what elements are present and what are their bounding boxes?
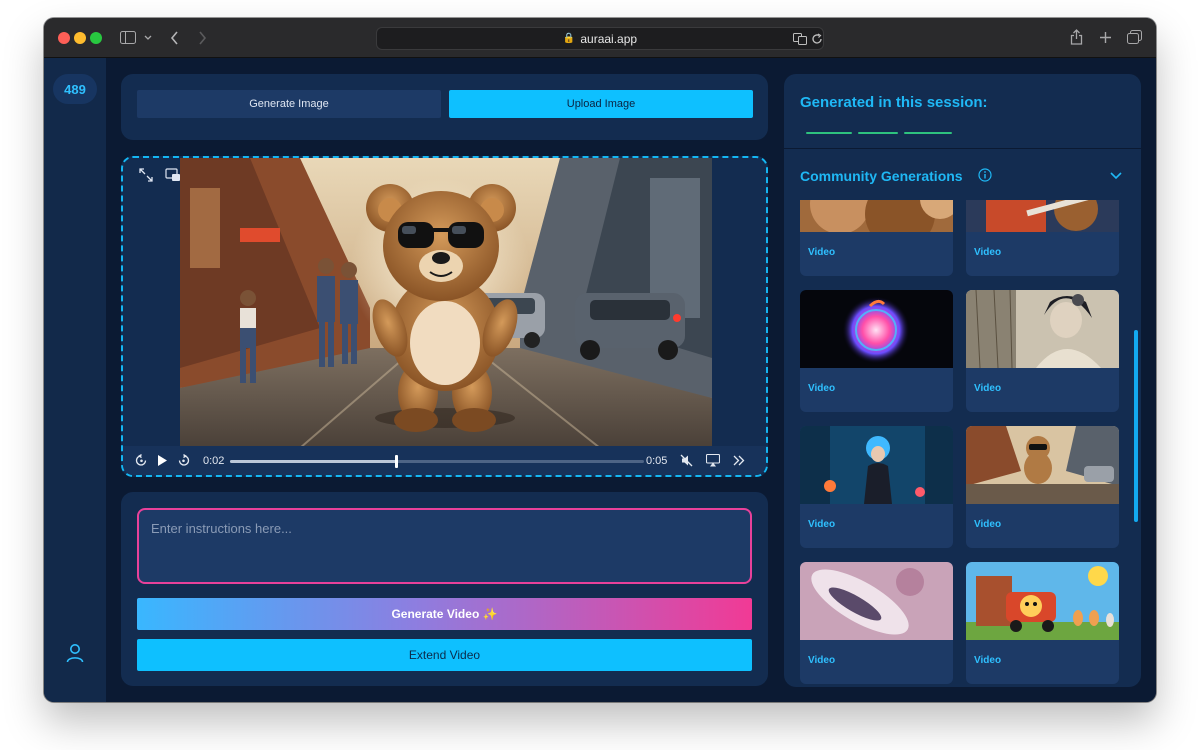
section-divider xyxy=(784,148,1141,149)
chevron-right-icon[interactable] xyxy=(198,31,207,45)
fast-forward-icon[interactable] xyxy=(177,454,190,467)
left-sidebar: 489 xyxy=(44,58,106,702)
browser-window: 🔒 auraai.app 489 Generate Image Upload I… xyxy=(44,18,1156,702)
community-card[interactable]: Video xyxy=(800,562,953,684)
card-label: Video xyxy=(808,655,836,666)
main-content: Generate Image Upload Image 0:02 0:05 En… xyxy=(106,58,1156,702)
generate-video-button[interactable]: Generate Video ✨ xyxy=(137,598,752,630)
picture-in-picture-icon[interactable] xyxy=(165,168,181,182)
thumbnail-galaxy xyxy=(800,562,953,640)
mode-tabs-panel: Generate Image Upload Image xyxy=(121,74,768,140)
thumbnail-bear-fur xyxy=(800,200,953,232)
chevron-down-icon[interactable] xyxy=(144,35,152,40)
prompt-panel: Generate Video ✨ Extend Video xyxy=(121,492,768,686)
chevron-down-icon[interactable] xyxy=(1110,171,1122,181)
community-card[interactable]: Video xyxy=(800,200,953,276)
community-card[interactable]: Video xyxy=(966,290,1119,412)
airplay-icon[interactable] xyxy=(706,454,720,467)
instructions-input[interactable] xyxy=(137,508,752,584)
video-controls: 0:02 0:05 xyxy=(123,446,766,475)
teddy-bear-video-frame xyxy=(180,158,712,448)
plus-icon[interactable] xyxy=(1099,31,1112,44)
rewind-icon[interactable] xyxy=(135,454,148,467)
tabs-icon[interactable] xyxy=(1127,30,1142,45)
video-scrubber[interactable] xyxy=(230,455,644,468)
info-icon[interactable] xyxy=(978,168,992,182)
thumbnail-fantasy-queen xyxy=(966,290,1119,368)
card-label: Video xyxy=(974,655,1002,666)
double-chevron-right-icon[interactable] xyxy=(733,455,745,466)
community-title: Community Generations xyxy=(800,168,963,184)
browser-toolbar: 🔒 auraai.app xyxy=(44,18,1156,58)
credits-badge[interactable]: 489 xyxy=(53,74,97,104)
upload-image-tab[interactable]: Upload Image xyxy=(449,90,753,118)
card-label: Video xyxy=(974,519,1002,530)
url-text: auraai.app xyxy=(580,31,638,46)
zoom-window-button[interactable] xyxy=(90,32,102,44)
video-dropzone[interactable]: 0:02 0:05 xyxy=(121,156,768,477)
thumbnail-neon-apple xyxy=(800,290,953,368)
generations-panel: Generated in this session: Community Gen… xyxy=(784,74,1141,687)
generate-image-tab[interactable]: Generate Image xyxy=(137,90,441,118)
current-time: 0:02 xyxy=(203,455,225,467)
address-bar[interactable]: 🔒 auraai.app xyxy=(376,27,824,50)
community-card[interactable]: Video xyxy=(800,426,953,548)
community-card[interactable]: Video xyxy=(800,290,953,412)
chevron-left-icon[interactable] xyxy=(170,31,179,45)
muted-icon[interactable] xyxy=(680,454,693,467)
card-label: Video xyxy=(974,247,1002,258)
play-icon[interactable] xyxy=(157,454,168,467)
sidebar-icon[interactable] xyxy=(120,31,136,44)
video-player[interactable] xyxy=(180,158,712,448)
lock-icon: 🔒 xyxy=(562,33,576,44)
close-window-button[interactable] xyxy=(58,32,70,44)
scrollbar-thumb[interactable] xyxy=(1134,330,1138,522)
minimize-window-button[interactable] xyxy=(74,32,86,44)
session-title: Generated in this session: xyxy=(800,94,988,111)
reload-icon[interactable] xyxy=(811,33,823,45)
scrubber-handle[interactable] xyxy=(394,455,398,468)
community-grid: Video Video Video Video Video Video Vide… xyxy=(800,200,1120,687)
community-card[interactable]: Video xyxy=(966,200,1119,276)
user-icon[interactable] xyxy=(64,642,86,664)
card-label: Video xyxy=(808,383,836,394)
community-card[interactable]: Video xyxy=(966,426,1119,548)
thumbnail-bear-guitar xyxy=(966,200,1119,232)
community-card[interactable]: Video xyxy=(966,562,1119,684)
translate-icon[interactable] xyxy=(793,33,807,45)
card-label: Video xyxy=(808,519,836,530)
expand-icon[interactable] xyxy=(138,168,154,182)
scrubber-progress xyxy=(230,460,396,463)
thumbnail-teddy-bear xyxy=(966,426,1119,504)
share-icon[interactable] xyxy=(1070,29,1083,45)
thumbnail-cartoon-train xyxy=(966,562,1119,640)
card-label: Video xyxy=(808,247,836,258)
extend-video-button[interactable]: Extend Video xyxy=(137,639,752,671)
thumbnail-underwater-girl xyxy=(800,426,953,504)
session-progress xyxy=(806,132,952,135)
duration-time: 0:05 xyxy=(646,455,668,467)
card-label: Video xyxy=(974,383,1002,394)
